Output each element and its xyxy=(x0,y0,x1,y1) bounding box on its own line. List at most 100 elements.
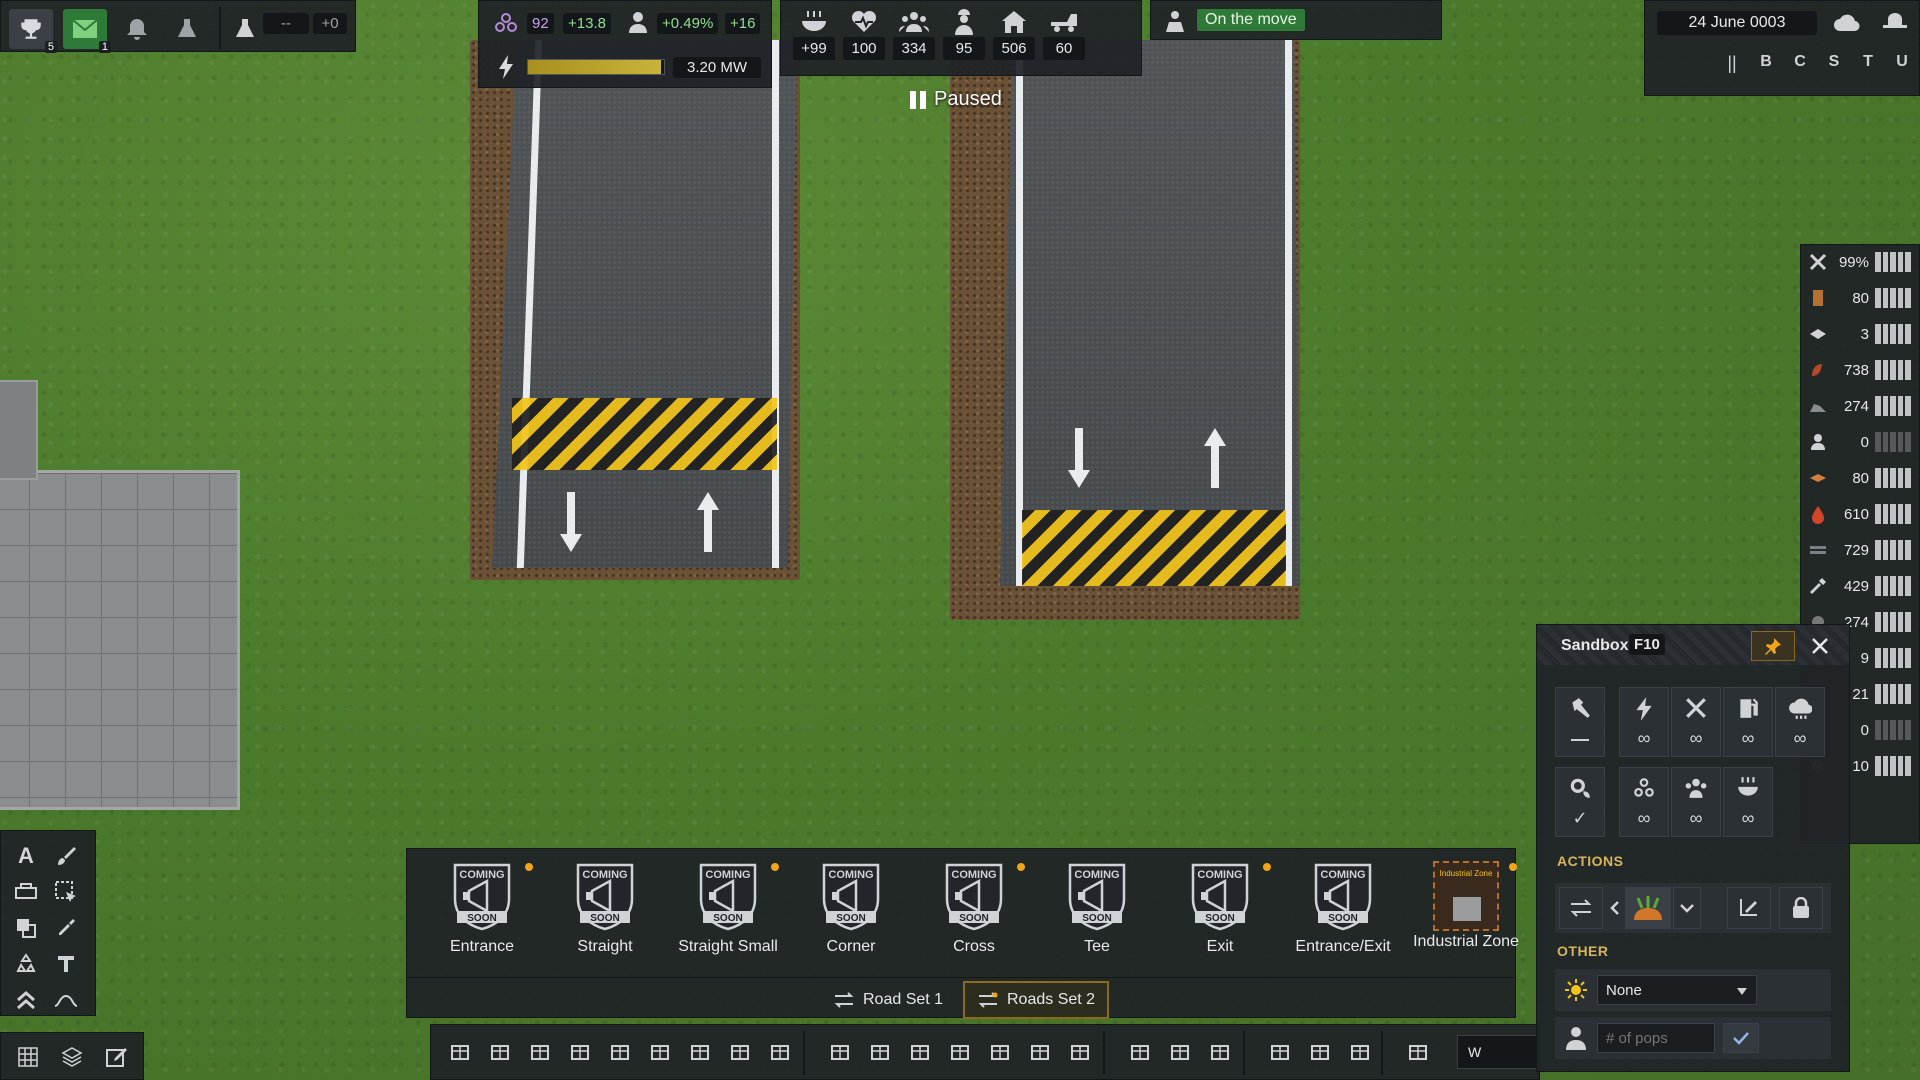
resource-row[interactable]: 729 xyxy=(1801,533,1913,567)
speed-b-button[interactable]: B xyxy=(1751,53,1781,74)
toolbar-button[interactable] xyxy=(1021,1033,1059,1071)
raise-tool-button[interactable] xyxy=(7,981,45,1019)
toolbar-button[interactable] xyxy=(641,1033,679,1071)
pop-growth-value[interactable]: +0.49% xyxy=(657,13,719,34)
tab-road-set-1[interactable]: Road Set 1 xyxy=(821,981,955,1019)
pin-button[interactable] xyxy=(1751,631,1795,661)
toolbar-button[interactable] xyxy=(1301,1033,1339,1071)
recycle-tool-button[interactable] xyxy=(7,945,45,983)
speed-u-button[interactable]: U xyxy=(1887,53,1917,74)
text-tool-button[interactable]: A xyxy=(7,837,45,875)
toolbar-button[interactable] xyxy=(1261,1033,1299,1071)
resource-row[interactable]: 738 xyxy=(1801,353,1913,387)
prev-button[interactable] xyxy=(1607,887,1623,929)
build-item[interactable]: COMING SOON Tee xyxy=(1038,855,1156,959)
copy-tool-button[interactable] xyxy=(7,909,45,947)
weather-button[interactable] xyxy=(1829,9,1865,37)
build-item[interactable]: Industrial Zone Industrial Zone xyxy=(1407,855,1525,959)
toolbar-button[interactable] xyxy=(441,1033,479,1071)
build-item[interactable]: COMING SOON Exit xyxy=(1161,855,1279,959)
sandbox-tile[interactable]: ∞ xyxy=(1723,767,1773,837)
stat-vehicles[interactable]: 60 xyxy=(1043,7,1085,60)
sandbox-tile[interactable]: ∞ xyxy=(1723,687,1773,757)
pops-confirm-button[interactable] xyxy=(1723,1023,1759,1053)
upgrade-tool-button[interactable] xyxy=(47,945,85,983)
cut-tool-button[interactable] xyxy=(7,873,45,911)
build-item[interactable]: COMING SOON Cross xyxy=(915,855,1033,959)
toolbar-button[interactable] xyxy=(1341,1033,1379,1071)
toolbar-button[interactable] xyxy=(941,1033,979,1071)
speed-pause-button[interactable]: || xyxy=(1717,53,1747,74)
toolbar-button[interactable] xyxy=(1399,1033,1437,1071)
tab-roads-set-2[interactable]: Roads Set 2 xyxy=(963,981,1110,1019)
build-item[interactable]: COMING SOON Corner xyxy=(792,855,910,959)
product-dropdown-button[interactable] xyxy=(1673,887,1701,929)
paint-tool-button[interactable] xyxy=(47,837,85,875)
toolbar-button[interactable] xyxy=(601,1033,639,1071)
sandbox-tile[interactable]: ∞ xyxy=(1775,687,1825,757)
toolbar-button[interactable] xyxy=(481,1033,519,1071)
toolbar-button[interactable] xyxy=(861,1033,899,1071)
unity-value[interactable]: 92 xyxy=(527,13,554,34)
stat-workers[interactable]: 95 xyxy=(943,7,985,60)
power-bar[interactable] xyxy=(527,59,665,75)
toolbar-button[interactable] xyxy=(981,1033,1019,1071)
layers-button[interactable] xyxy=(53,1038,91,1076)
resource-row[interactable]: 0 xyxy=(1801,425,1913,459)
toolbar-button[interactable] xyxy=(721,1033,759,1071)
pops-input[interactable] xyxy=(1597,1023,1715,1053)
resource-row[interactable]: 3 xyxy=(1801,317,1913,351)
road-segment-2[interactable] xyxy=(1000,40,1300,586)
toolbar-button[interactable] xyxy=(1061,1033,1099,1071)
sandbox-tile[interactable]: ∞ xyxy=(1619,687,1669,757)
toolbar-button[interactable] xyxy=(821,1033,859,1071)
sandbox-tile[interactable]: ∞ xyxy=(1671,687,1721,757)
stats-button[interactable] xyxy=(9,1038,47,1076)
resource-row[interactable]: 429 xyxy=(1801,569,1913,603)
resource-row[interactable]: 80 xyxy=(1801,281,1913,315)
sandbox-tile[interactable]: ∞ xyxy=(1671,767,1721,837)
trophy-button[interactable]: 5 xyxy=(9,9,57,53)
toolbar-button[interactable] xyxy=(521,1033,559,1071)
toolbar-button[interactable] xyxy=(561,1033,599,1071)
build-item[interactable]: COMING SOON Entrance/Exit xyxy=(1284,855,1402,959)
status-label[interactable]: On the move xyxy=(1197,9,1305,31)
terrain-tool-button[interactable] xyxy=(47,981,85,1019)
stat-housing[interactable]: 506 xyxy=(993,7,1035,60)
sandbox-tile[interactable] xyxy=(1555,687,1605,757)
edit-button[interactable] xyxy=(97,1038,135,1076)
sandbox-tile[interactable]: ∞ xyxy=(1619,767,1669,837)
research-button[interactable] xyxy=(167,9,207,49)
toolbar-button[interactable] xyxy=(1121,1033,1159,1071)
resource-row[interactable]: 274 xyxy=(1801,389,1913,423)
close-button[interactable] xyxy=(1803,631,1837,661)
select-tool-button[interactable] xyxy=(47,873,85,911)
weather-select[interactable]: None xyxy=(1597,975,1757,1005)
speed-s-button[interactable]: S xyxy=(1819,53,1849,74)
resource-row[interactable]: 80 xyxy=(1801,461,1913,495)
action-fill-button[interactable] xyxy=(1727,887,1771,929)
resource-row[interactable]: 610 xyxy=(1801,497,1913,531)
toolbar-button[interactable] xyxy=(1201,1033,1239,1071)
toolbar-button[interactable] xyxy=(681,1033,719,1071)
action-lock-button[interactable] xyxy=(1779,887,1823,929)
research-flask-button[interactable] xyxy=(229,9,261,49)
toolbar-button[interactable] xyxy=(761,1033,799,1071)
product-selector[interactable] xyxy=(1625,887,1671,929)
speed-c-button[interactable]: C xyxy=(1785,53,1815,74)
stat-food[interactable]: +99 xyxy=(793,7,835,60)
mail-button[interactable]: 1 xyxy=(63,9,111,53)
stat-population[interactable]: 334 xyxy=(893,7,935,60)
build-item[interactable]: COMING SOON Straight xyxy=(546,855,664,959)
sandbox-tile[interactable]: ✓ xyxy=(1555,767,1605,837)
toolbar-button[interactable] xyxy=(1161,1033,1199,1071)
action-transfer-button[interactable] xyxy=(1559,887,1603,929)
speed-t-button[interactable]: T xyxy=(1853,53,1883,74)
road-segment-1[interactable] xyxy=(492,40,797,568)
stat-health[interactable]: 100 xyxy=(843,7,885,60)
build-item[interactable]: COMING SOON Straight Small xyxy=(669,855,787,959)
build-item[interactable]: COMING SOON Entrance xyxy=(423,855,541,959)
pick-tool-button[interactable] xyxy=(47,909,85,947)
toolbar-button[interactable] xyxy=(901,1033,939,1071)
notifications-button[interactable] xyxy=(117,9,157,49)
